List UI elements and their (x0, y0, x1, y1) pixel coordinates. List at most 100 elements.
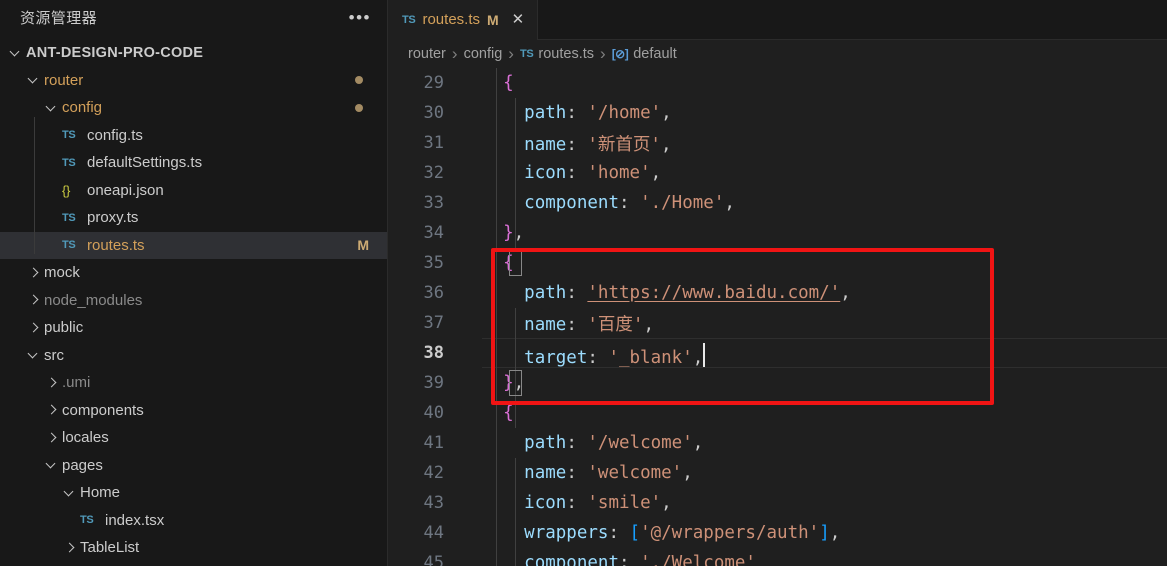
tree-item-label: TableList (80, 539, 140, 557)
code-line[interactable]: 29 { (388, 68, 1167, 98)
code-line[interactable]: 33 component: './Home', (388, 188, 1167, 218)
tree-item-label: defaultSettings.ts (87, 154, 203, 172)
code-token-p: : (566, 463, 588, 483)
code-line[interactable]: 34 }, (388, 218, 1167, 248)
code-line[interactable]: 44 wrappers: ['@/wrappers/auth'], (388, 518, 1167, 548)
code-token-p: , (692, 433, 704, 453)
breadcrumb-label: routes.ts (538, 46, 595, 62)
tree-item-routes-ts[interactable]: TS routes.ts M (0, 231, 387, 259)
code-token-p (482, 403, 503, 423)
tab-routes-ts[interactable]: TS routes.ts M ✕ (388, 0, 539, 40)
chevron-right-icon[interactable] (26, 320, 42, 336)
code-line[interactable]: 39 }, (388, 368, 1167, 398)
code-token-p (482, 103, 524, 123)
chevron-down-icon[interactable] (44, 100, 60, 116)
tree-item-label: components (62, 401, 144, 419)
breadcrumb: router config TS routes.ts [⊘] default (388, 40, 1167, 68)
tree-item-pages[interactable]: pages (0, 452, 387, 480)
chevron-down-icon[interactable] (62, 485, 78, 501)
code-line[interactable]: 30 path: '/home', (388, 98, 1167, 128)
tree-item-src[interactable]: src (0, 342, 387, 370)
code-editor-content[interactable]: 29 {30 path: '/home', 31 name: '新首页', 32 i… (388, 68, 1167, 566)
chevron-right-icon[interactable] (44, 402, 60, 418)
code-token-p: : (566, 134, 588, 155)
code-line[interactable]: 31 name: '新首页', (388, 128, 1167, 158)
breadcrumb-item-default[interactable]: [⊘] default (612, 46, 677, 62)
tree-item-public[interactable]: public (0, 314, 387, 342)
line-number: 30 (423, 103, 444, 123)
code-line[interactable]: 36 path: 'https://www.baidu.com/', (388, 278, 1167, 308)
line-number: 29 (423, 73, 444, 93)
typescript-file-icon: TS (62, 211, 76, 224)
tree-item-config[interactable]: config (0, 94, 387, 122)
chevron-right-icon[interactable] (62, 540, 78, 556)
symbol-variable-icon: [⊘] (611, 47, 629, 61)
tree-item-components[interactable]: components (0, 397, 387, 425)
code-line[interactable]: 45 component: './Welcome' (388, 548, 1167, 566)
tree-item-label: routes.ts (87, 236, 145, 254)
tree-item-router[interactable]: router (0, 67, 387, 95)
tree-item-tablelist[interactable]: TableList (0, 534, 387, 562)
tree-item-mock[interactable]: mock (0, 259, 387, 287)
breadcrumb-item-config[interactable]: config (464, 46, 503, 62)
code-token-p: : (566, 314, 588, 335)
chevron-down-icon[interactable] (26, 72, 42, 88)
code-line[interactable]: 35 { (388, 248, 1167, 278)
code-line[interactable]: 43 icon: 'smile', (388, 488, 1167, 518)
editor-pane: TS routes.ts M ✕ router config TS routes.ts… (388, 0, 1167, 566)
code-token-p: , (840, 283, 851, 303)
line-number: 36 (423, 283, 444, 303)
code-token-p (482, 193, 524, 213)
code-token-p (482, 463, 524, 483)
code-line[interactable]: 32 icon: 'home', (388, 158, 1167, 188)
tree-item-config-ts[interactable]: TS config.ts (0, 122, 387, 150)
tree-root-ant-design-pro-code[interactable]: ANT-DESIGN-PRO-CODE (0, 39, 387, 67)
tree-item-node-modules[interactable]: node_modules (0, 287, 387, 315)
tree-item-oneapi-json[interactable]: {} oneapi.json (0, 177, 387, 205)
chevron-right-icon[interactable] (44, 430, 60, 446)
code-token-prop: name (524, 134, 567, 155)
tree-item-label: src (44, 346, 64, 364)
tree-item-label: config.ts (87, 126, 143, 144)
code-line[interactable]: 37 name: '百度', (388, 308, 1167, 338)
chevron-down-icon[interactable] (8, 45, 24, 61)
code-line[interactable]: 41 path: '/welcome', (388, 428, 1167, 458)
chevron-down-icon[interactable] (26, 347, 42, 363)
tree-item-index-tsx[interactable]: TS index.tsx (0, 507, 387, 535)
typescript-file-icon: TS (402, 13, 416, 26)
chevron-right-icon[interactable] (26, 292, 42, 308)
tree-item--umi[interactable]: .umi (0, 369, 387, 397)
chevron-down-icon[interactable] (44, 457, 60, 473)
tree-item-defaultsettings-ts[interactable]: TS defaultSettings.ts (0, 149, 387, 177)
code-token-p: : (618, 193, 641, 213)
breadcrumb-item-router[interactable]: router (408, 46, 446, 62)
chevron-right-icon[interactable] (44, 375, 60, 391)
code-line[interactable]: 40 { (388, 398, 1167, 428)
code-token-brack: [ (629, 523, 641, 543)
tree-item-label: oneapi.json (87, 181, 164, 199)
code-line[interactable]: 38 target: '_blank', (388, 338, 1167, 368)
tree-item-label: proxy.ts (87, 209, 139, 227)
tree-item-home[interactable]: Home (0, 479, 387, 507)
tree-item-locales[interactable]: locales (0, 424, 387, 452)
tree-indent-guide (34, 117, 35, 254)
editor-tab-bar: TS routes.ts M ✕ (388, 0, 1167, 40)
code-token-str: '百度' (587, 314, 644, 335)
line-number: 35 (423, 253, 444, 273)
typescript-file-icon: TS (62, 156, 76, 169)
code-token-p: , (661, 493, 672, 513)
explorer-sidebar: 资源管理器 ••• ANT-DESIGN-PRO-CODE router conf… (0, 0, 388, 566)
breadcrumb-item-routes-ts[interactable]: TS routes.ts (520, 46, 594, 62)
close-icon[interactable]: ✕ (508, 11, 529, 28)
code-line-text: path: 'https://www.baidu.com/', (482, 283, 1167, 303)
indent-guide (515, 98, 516, 248)
chevron-right-icon[interactable] (26, 265, 42, 281)
code-token-p (482, 553, 524, 566)
tree-item-label: locales (62, 429, 109, 447)
tree-item-proxy-ts[interactable]: TS proxy.ts (0, 204, 387, 232)
code-token-prop: component (524, 193, 619, 213)
more-actions-icon[interactable]: ••• (341, 9, 379, 27)
bracket-match-close (509, 370, 522, 396)
typescript-file-icon: TS (80, 514, 94, 527)
code-line[interactable]: 42 name: 'welcome', (388, 458, 1167, 488)
